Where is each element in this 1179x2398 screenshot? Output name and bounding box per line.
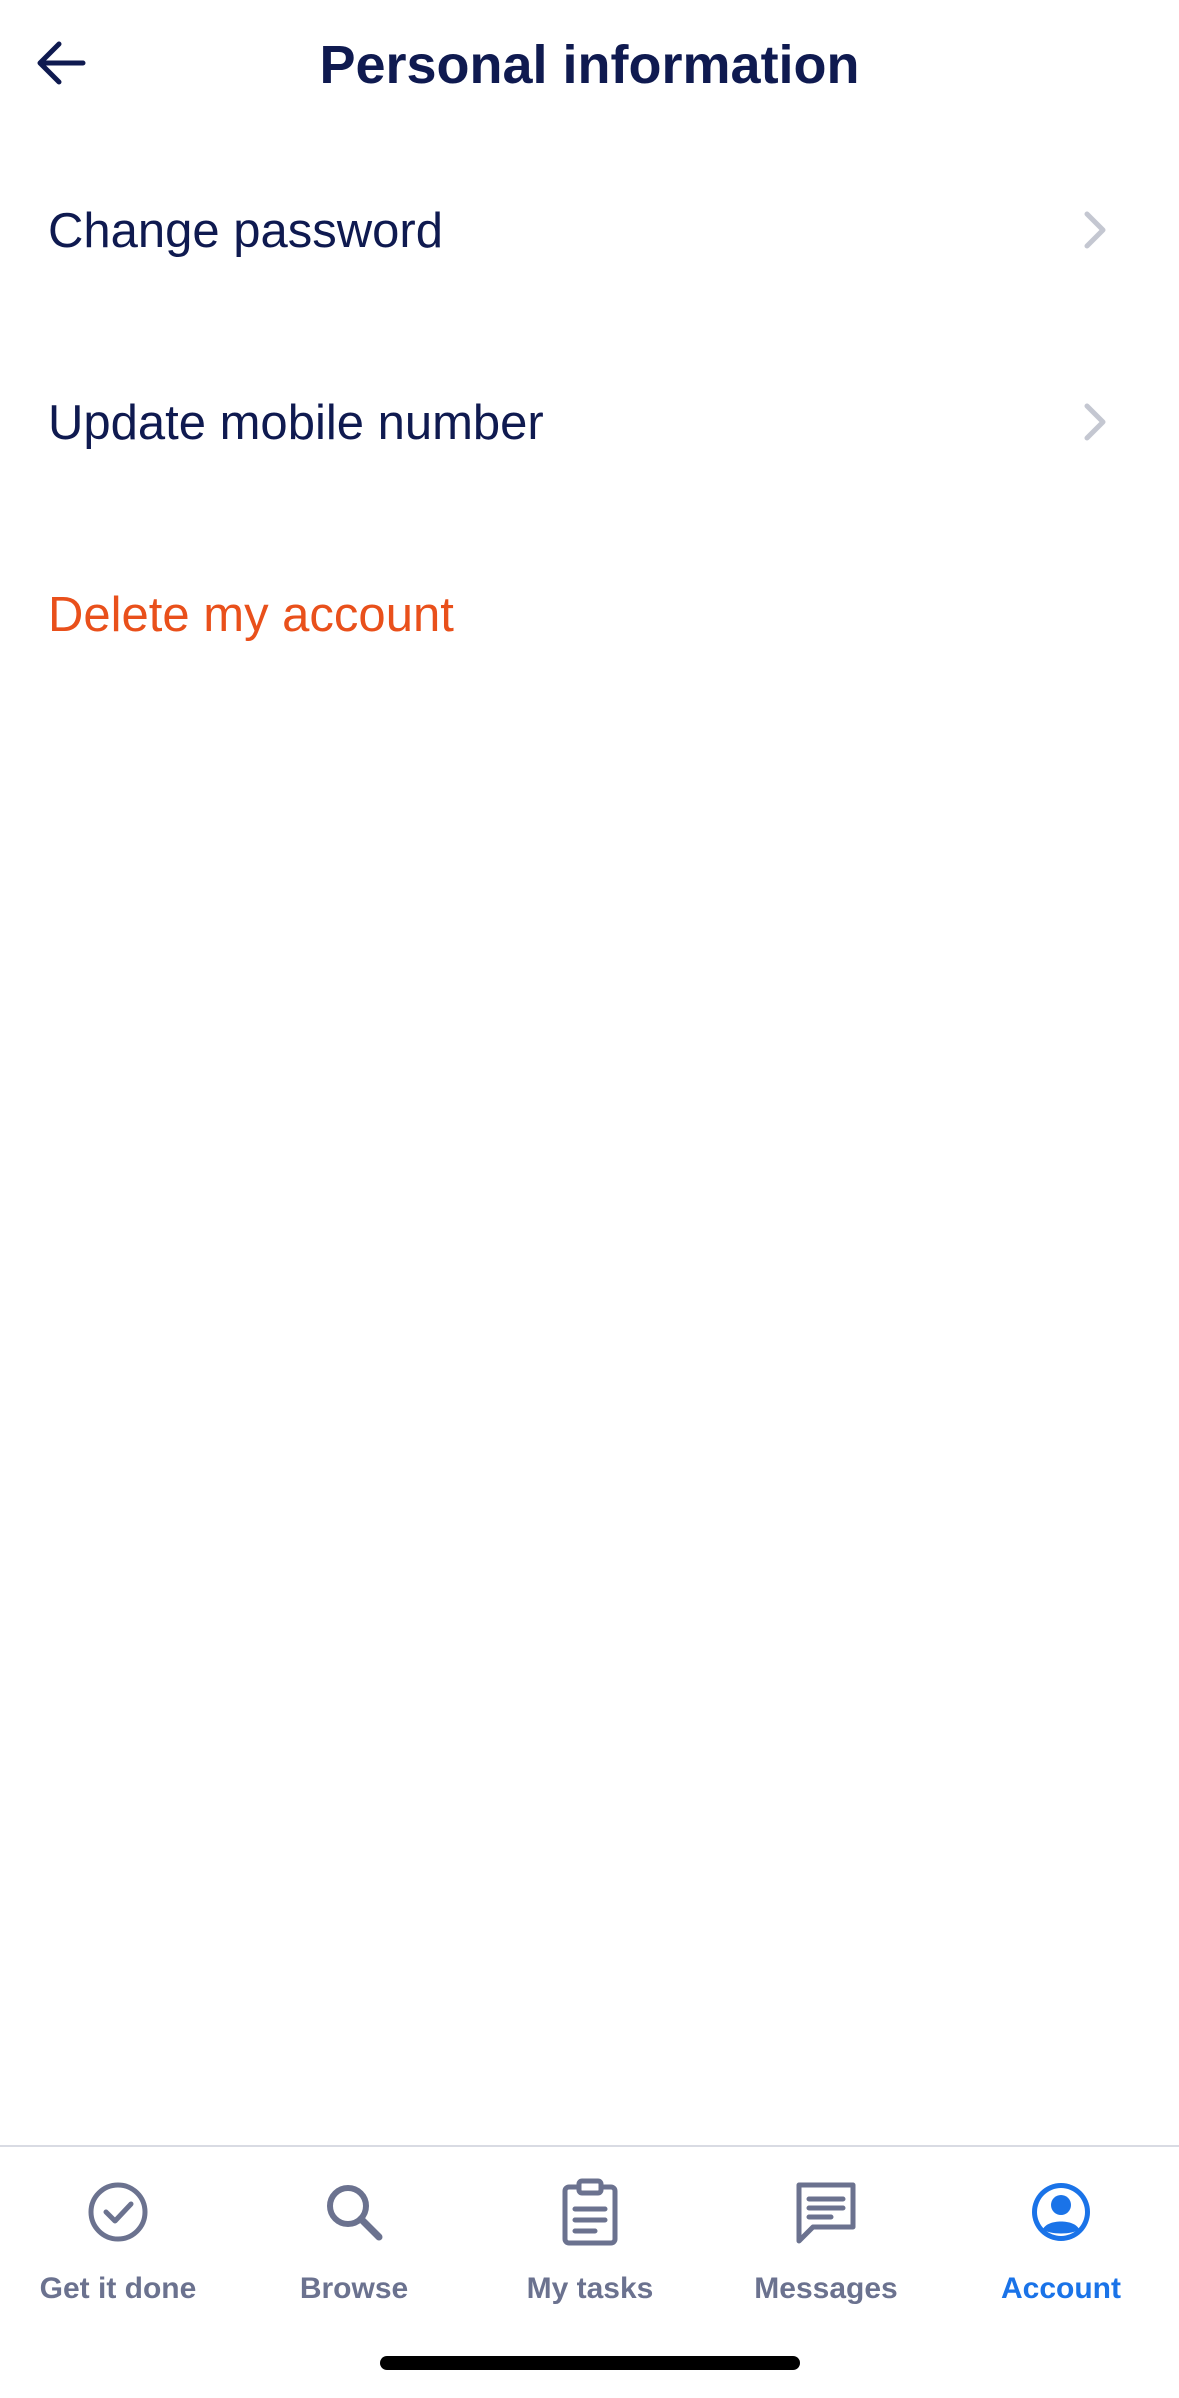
tab-label: Account [1001, 2272, 1121, 2305]
chevron-right-icon [1075, 392, 1115, 452]
tab-messages[interactable]: Messages [708, 2167, 944, 2317]
chevron-right-icon [1075, 200, 1115, 260]
update-mobile-number-label: Update mobile number [48, 396, 544, 450]
home-indicator [380, 2356, 800, 2370]
delete-account-label: Delete my account [48, 588, 454, 642]
tab-label: My tasks [526, 2272, 654, 2305]
delete-account-row[interactable]: Delete my account [0, 538, 1179, 688]
tab-label: Browse [299, 2272, 409, 2305]
search-icon [327, 2185, 383, 2241]
account-icon [1032, 2183, 1090, 2241]
tab-label: Messages [754, 2272, 898, 2305]
tab-browse[interactable]: Browse [236, 2167, 472, 2317]
header: Personal information [0, 0, 1179, 130]
change-password-row[interactable]: Change password [0, 155, 1179, 305]
update-mobile-number-row[interactable]: Update mobile number [0, 347, 1179, 497]
tab-label: Get it done [39, 2272, 197, 2305]
page-title: Personal information [319, 35, 860, 95]
check-circle-icon [88, 2182, 148, 2242]
tab-account[interactable]: Account [943, 2167, 1179, 2317]
clipboard-icon [562, 2178, 618, 2246]
tab-my-tasks[interactable]: My tasks [472, 2167, 708, 2317]
chat-icon [796, 2182, 856, 2244]
change-password-label: Change password [48, 204, 443, 258]
tab-get-it-done[interactable]: Get it done [0, 2167, 236, 2317]
